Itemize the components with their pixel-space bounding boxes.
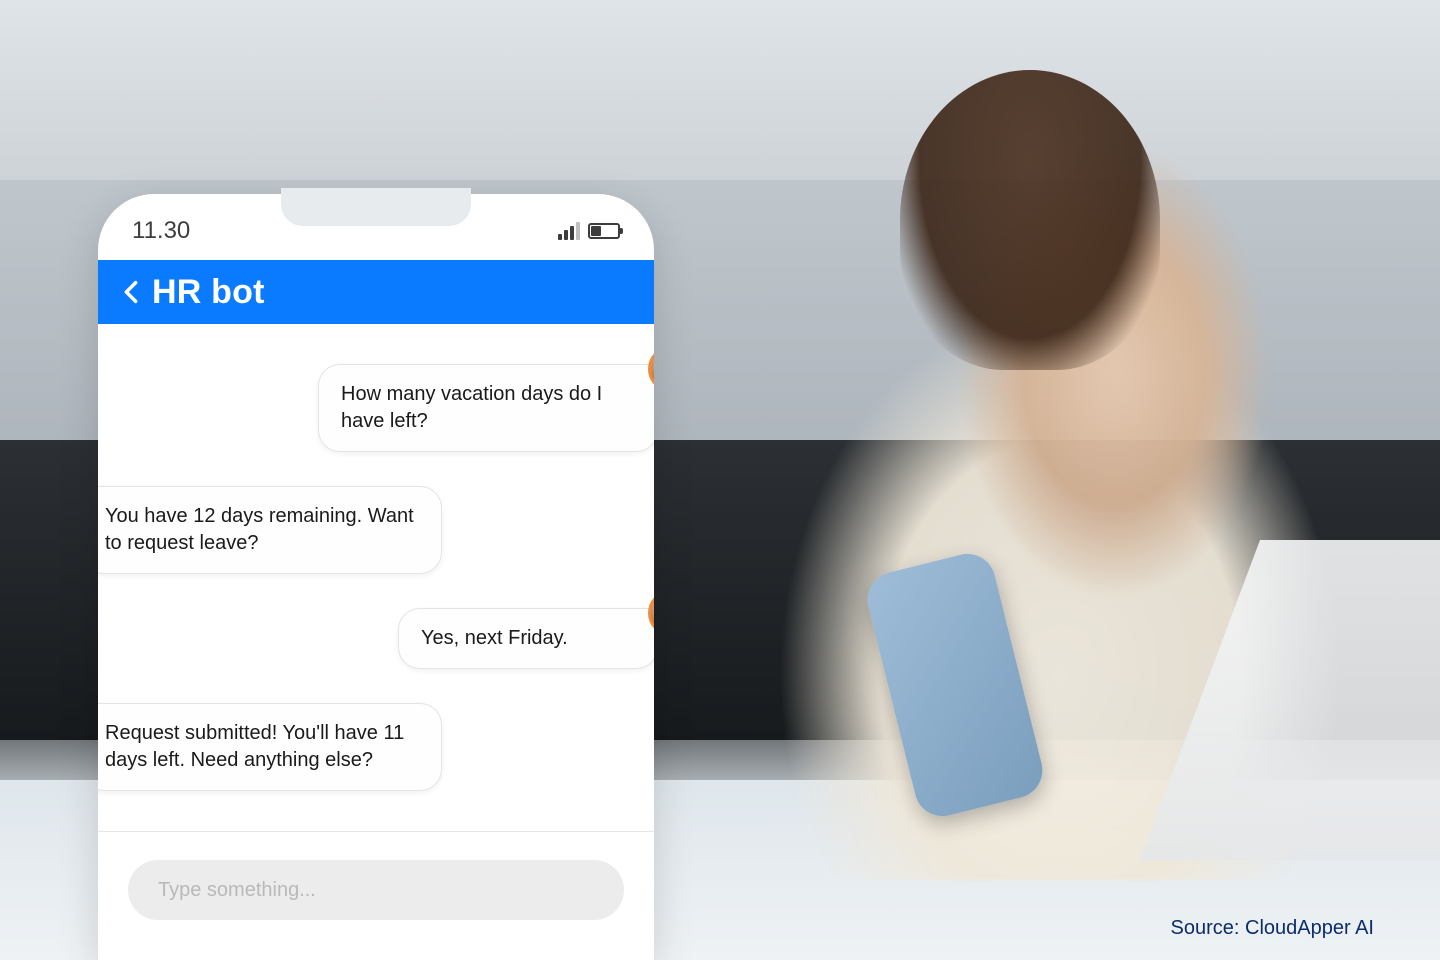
status-icons (558, 222, 620, 240)
chat-message-user: Yes, next Friday. (118, 608, 634, 669)
chat-thread[interactable]: How many vacation days do I have left? (98, 324, 654, 844)
message-text: Request submitted! You'll have 11 days l… (105, 722, 404, 771)
phone-notch (281, 192, 471, 226)
battery-icon (588, 223, 620, 239)
status-time: 11.30 (132, 217, 190, 245)
message-text: You have 12 days remaining. Want to requ… (105, 505, 414, 554)
message-text: Yes, next Friday. (421, 627, 568, 649)
chat-message-user: How many vacation days do I have left? (118, 364, 634, 452)
source-credit: Source: CloudApper AI (1171, 917, 1374, 940)
chat-input[interactable] (158, 879, 594, 902)
chevron-left-icon (124, 280, 138, 304)
chat-message-bot: Request submitted! You'll have 11 days l… (118, 703, 634, 791)
chat-message-bot: You have 12 days remaining. Want to requ… (118, 486, 634, 574)
message-text: How many vacation days do I have left? (341, 383, 602, 432)
phone-mock: 11.30 HR bot How many (98, 194, 654, 960)
chat-input-pill[interactable] (128, 860, 624, 920)
signal-icon (558, 222, 580, 240)
message-bubble: Request submitted! You'll have 11 days l… (98, 703, 442, 791)
message-bubble: Yes, next Friday. (398, 608, 654, 669)
app-title: HR bot (152, 273, 265, 312)
back-button[interactable] (122, 277, 140, 307)
chat-input-area (98, 831, 654, 960)
person-hair (900, 70, 1160, 370)
message-bubble: You have 12 days remaining. Want to requ… (98, 486, 442, 574)
message-bubble: How many vacation days do I have left? (318, 364, 654, 452)
app-header: HR bot (98, 260, 654, 324)
status-bar: 11.30 (98, 194, 654, 260)
